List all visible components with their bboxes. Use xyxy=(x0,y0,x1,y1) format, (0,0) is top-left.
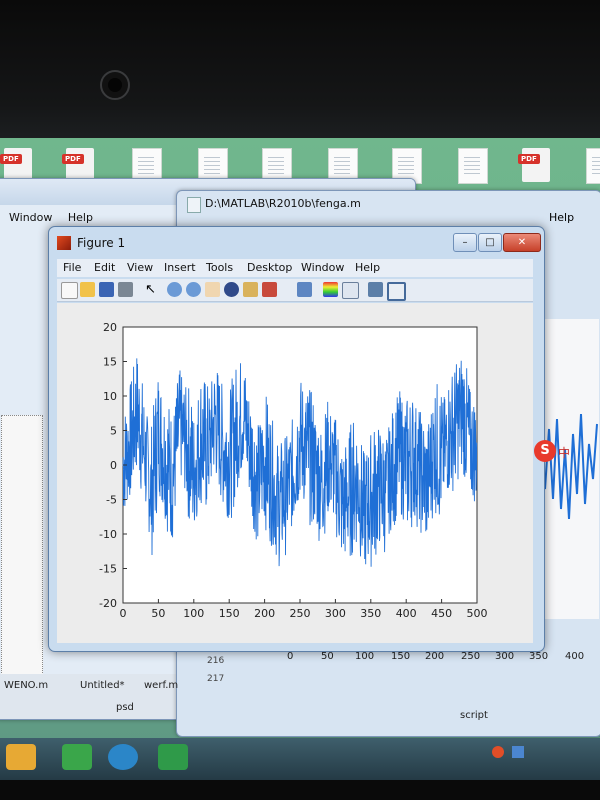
new-icon[interactable] xyxy=(61,282,78,299)
colorbar-icon[interactable] xyxy=(323,282,338,297)
background-plot xyxy=(536,319,599,619)
y-tick-label: 5 xyxy=(110,425,117,438)
y-tick-label: -20 xyxy=(99,597,117,610)
browser-icon[interactable] xyxy=(108,744,138,770)
pdf-file-icon[interactable] xyxy=(518,148,550,182)
monitor-bezel xyxy=(0,0,600,150)
ime-mode-icon[interactable]: 中 xyxy=(558,444,570,461)
matlab-logo-icon xyxy=(57,236,71,250)
app-icon[interactable] xyxy=(6,744,36,770)
menu-help[interactable]: Help xyxy=(68,211,93,224)
arrow-icon[interactable]: ↖ xyxy=(145,282,160,297)
menu-bar: Window Help xyxy=(9,211,105,224)
status-label: psd xyxy=(116,702,134,713)
menu-tools[interactable]: Tools xyxy=(206,261,233,274)
menu-insert[interactable]: Insert xyxy=(164,261,196,274)
tick-label: 0 xyxy=(287,651,294,662)
rotate-icon[interactable] xyxy=(224,282,239,297)
pan-icon[interactable] xyxy=(205,282,220,297)
tick-label: 300 xyxy=(495,651,515,662)
figure-titlebar: Figure 1 – □ ✕ xyxy=(55,233,541,255)
menu-window[interactable]: Window xyxy=(301,261,344,274)
menu-help[interactable]: Help xyxy=(355,261,380,274)
x-tick-label: 500 xyxy=(467,607,488,620)
file-icon xyxy=(187,197,201,213)
editor-title: D:\MATLAB\R2010b\fenga.m xyxy=(205,197,361,210)
ime-icon[interactable]: S xyxy=(534,440,556,462)
terminal-icon[interactable] xyxy=(158,744,188,770)
tick-label: 350 xyxy=(529,651,549,662)
legend-icon[interactable] xyxy=(342,282,359,299)
document-file-icon[interactable] xyxy=(458,148,488,184)
tick-label: 100 xyxy=(355,651,375,662)
tray-icon[interactable] xyxy=(512,746,524,758)
tray-icon[interactable] xyxy=(492,746,504,758)
maximize-button[interactable]: □ xyxy=(478,233,502,252)
hide-tools-icon[interactable] xyxy=(368,282,383,297)
line-number: 217 xyxy=(207,674,225,684)
tick-label: 400 xyxy=(565,651,585,662)
figure-window[interactable]: Figure 1 – □ ✕ File Edit View Insert Too… xyxy=(48,226,545,652)
figure-canvas: 0 50 100 150 200 250 300 350 400 450 500 -20 -15 -10-… xyxy=(57,303,533,643)
x-tick-label: 100 xyxy=(183,607,204,620)
line-number: 216 xyxy=(207,656,225,666)
y-tick-label: 0 xyxy=(110,459,117,472)
menu-edit[interactable]: Edit xyxy=(94,261,115,274)
tick-label: 150 xyxy=(391,651,411,662)
data-cursor-icon[interactable] xyxy=(243,282,258,297)
tick-label: 250 xyxy=(461,651,481,662)
link-icon[interactable] xyxy=(297,282,312,297)
signal-plot: 0 50 100 150 200 250 300 350 400 450 500-20-15-10-… xyxy=(99,321,488,620)
x-tick-label: 400 xyxy=(396,607,417,620)
menu-help[interactable]: Help xyxy=(549,211,574,224)
y-tick-label: 15 xyxy=(103,356,117,369)
tab-weno[interactable]: WENO.m xyxy=(4,680,48,691)
show-tools-icon[interactable] xyxy=(387,282,406,301)
open-icon[interactable] xyxy=(80,282,95,297)
background-signal xyxy=(536,413,598,520)
figure-menu-bar: File Edit View Insert Tools Desktop Wind… xyxy=(57,259,533,277)
x-tick-label: 0 xyxy=(120,607,127,620)
x-tick-label: 200 xyxy=(254,607,275,620)
y-tick-label: -5 xyxy=(106,494,117,507)
x-tick-label: 350 xyxy=(360,607,381,620)
figure-toolbar: ↖ xyxy=(57,279,533,302)
pdf-file-icon[interactable] xyxy=(62,148,94,182)
monitor-bottom-bezel xyxy=(0,780,600,800)
tick-label: 50 xyxy=(321,651,334,662)
pdf-file-icon[interactable] xyxy=(0,148,32,182)
save-icon[interactable] xyxy=(99,282,114,297)
y-tick-label: 10 xyxy=(103,390,117,403)
x-tick-label: 450 xyxy=(431,607,452,620)
tab-untitled[interactable]: Untitled* xyxy=(80,680,125,691)
webcam-icon xyxy=(100,70,130,100)
menu-desktop[interactable]: Desktop xyxy=(247,261,292,274)
menu-view[interactable]: View xyxy=(127,261,153,274)
tick-label: 200 xyxy=(425,651,445,662)
brush-icon[interactable] xyxy=(262,282,277,297)
x-tick-label: 300 xyxy=(325,607,346,620)
status-label: script xyxy=(460,710,488,721)
x-tick-label: 50 xyxy=(151,607,165,620)
y-tick-label: -10 xyxy=(99,528,117,541)
x-tick-label: 250 xyxy=(290,607,311,620)
tab-werf[interactable]: werf.m xyxy=(144,680,178,691)
minimize-button[interactable]: – xyxy=(453,233,477,252)
menu-file[interactable]: File xyxy=(63,261,81,274)
document-file-icon[interactable] xyxy=(586,148,600,184)
close-button[interactable]: ✕ xyxy=(503,233,541,252)
menu-window[interactable]: Window xyxy=(9,211,52,224)
zoom-in-icon[interactable] xyxy=(167,282,182,297)
figure-title: Figure 1 xyxy=(77,236,126,250)
chat-app-icon[interactable] xyxy=(62,744,92,770)
x-tick-label: 150 xyxy=(219,607,240,620)
zoom-out-icon[interactable] xyxy=(186,282,201,297)
y-tick-label: -15 xyxy=(99,563,117,576)
print-icon[interactable] xyxy=(118,282,133,297)
y-tick-label: 20 xyxy=(103,321,117,334)
